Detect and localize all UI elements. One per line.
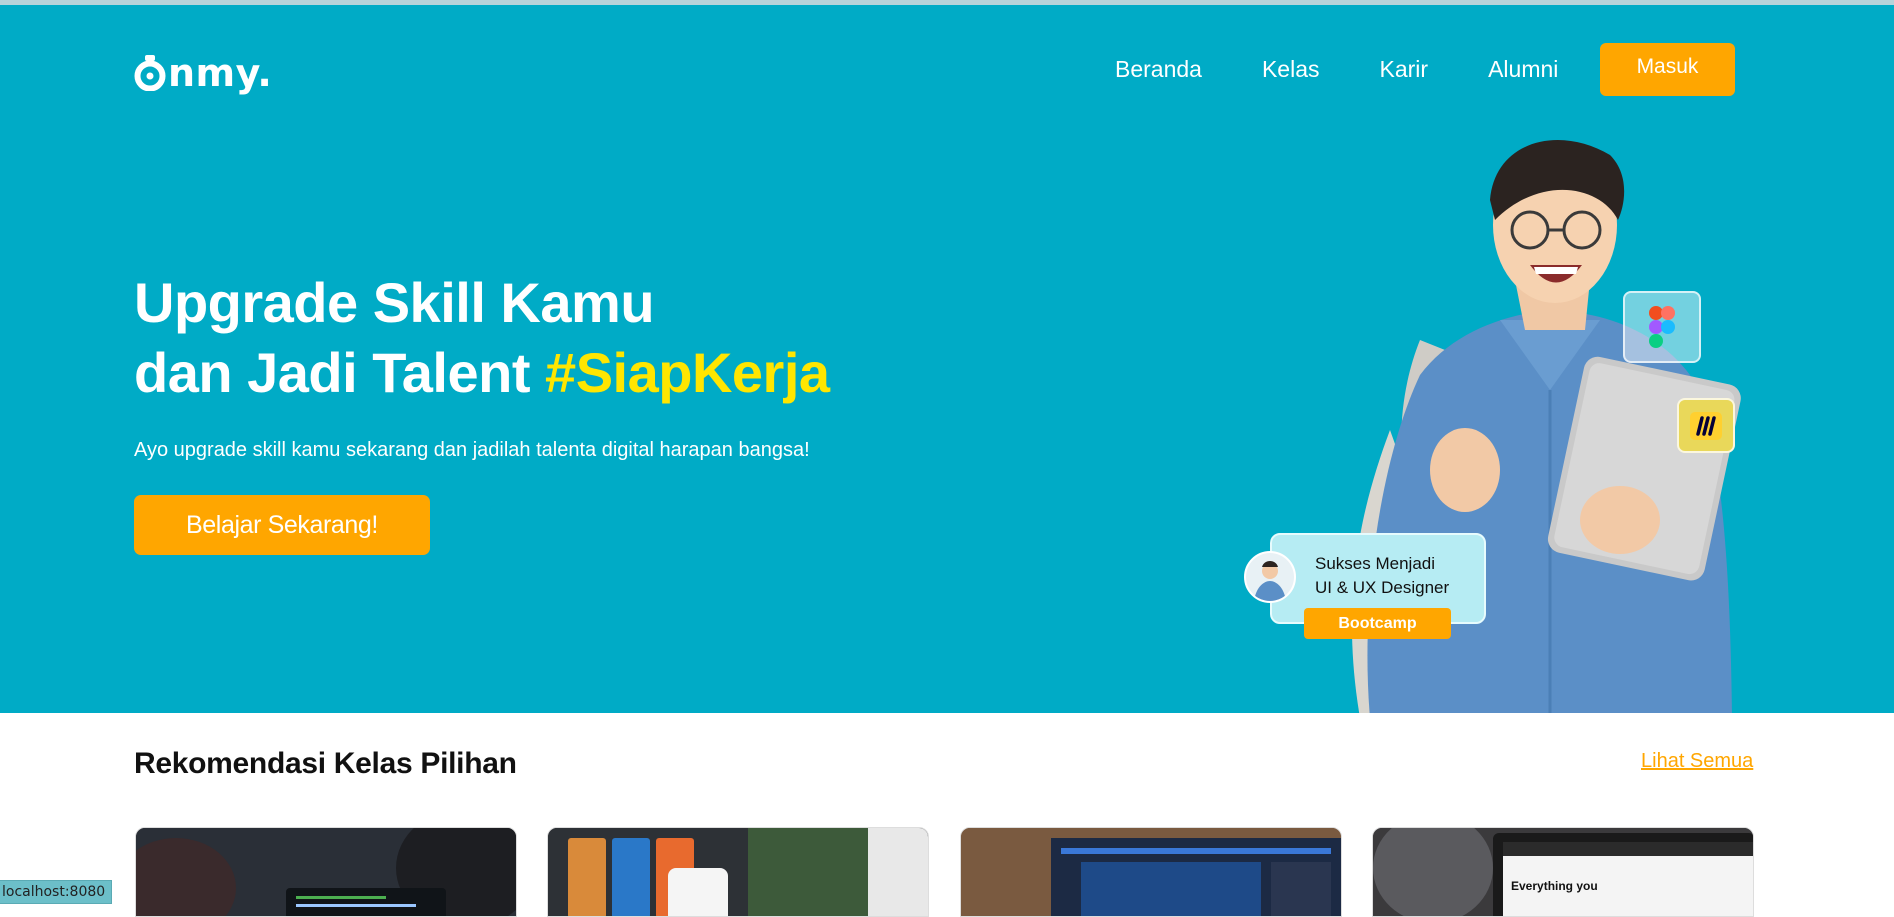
hero-subtext: Ayo upgrade skill kamu sekarang dan jadi… bbox=[134, 439, 810, 461]
success-card-line-2: UI & UX Designer bbox=[1315, 578, 1450, 597]
shopify-thumbnail-text: Everything you bbox=[1511, 879, 1598, 893]
brand-logo[interactable]: nmy. bbox=[134, 51, 272, 95]
figma-tile bbox=[1623, 291, 1701, 363]
bootcamp-badge: Bootcamp bbox=[1304, 608, 1451, 639]
status-bar-url: localhost:8080 bbox=[0, 880, 113, 904]
see-all-link[interactable]: Lihat Semua bbox=[1641, 750, 1753, 773]
alumni-photo-icon bbox=[1246, 553, 1294, 601]
nav-link-alumni[interactable]: Alumni bbox=[1488, 56, 1558, 83]
figma-icon bbox=[1649, 306, 1675, 348]
nav-link-karir[interactable]: Karir bbox=[1380, 56, 1429, 83]
logo-ring-icon bbox=[134, 55, 166, 91]
start-learning-button[interactable]: Belajar Sekarang! bbox=[134, 495, 430, 555]
login-button[interactable]: Masuk bbox=[1600, 43, 1735, 96]
miro-tile bbox=[1677, 398, 1735, 453]
nav-link-beranda[interactable]: Beranda bbox=[1115, 56, 1202, 83]
success-card-line-1: Sukses Menjadi bbox=[1315, 554, 1436, 573]
logo-text: nmy. bbox=[168, 51, 273, 95]
main-nav: Beranda Kelas Karir Alumni bbox=[1115, 56, 1608, 83]
nav-link-kelas[interactable]: Kelas bbox=[1262, 56, 1320, 83]
headline-line-1: Upgrade Skill Kamu bbox=[134, 271, 655, 334]
miro-icon bbox=[1690, 411, 1722, 440]
alumni-avatar bbox=[1244, 551, 1296, 603]
headline-highlight: #SiapKerja bbox=[545, 341, 830, 404]
hero-headline: Upgrade Skill Kamu dan Jadi Talent #Siap… bbox=[134, 268, 830, 408]
headline-line-2: dan Jadi Talent bbox=[134, 341, 546, 404]
hero-section: nmy. Beranda Kelas Karir Alumni Masuk Up… bbox=[0, 5, 1894, 713]
recommendations-title: Rekomendasi Kelas Pilihan bbox=[134, 747, 517, 780]
